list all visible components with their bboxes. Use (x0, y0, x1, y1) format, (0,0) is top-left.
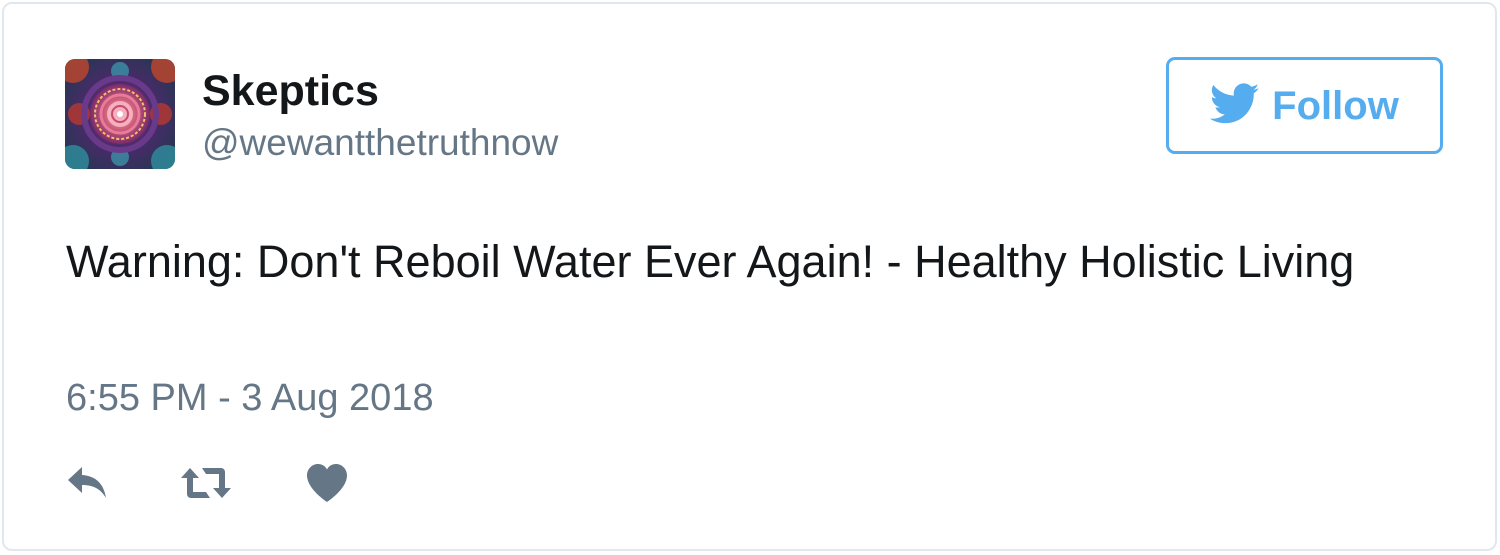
tweet-text: Warning: Don't Reboil Water Ever Again! … (66, 236, 1355, 287)
avatar[interactable] (65, 59, 175, 169)
follow-label: Follow (1272, 83, 1399, 128)
tweet-card: Skeptics @wewantthetruthnow Follow Warni… (2, 2, 1497, 551)
retweet-icon[interactable] (180, 460, 232, 506)
user-handle[interactable]: @wewantthetruthnow (202, 120, 558, 166)
display-name[interactable]: Skeptics (202, 66, 379, 116)
tweet-timestamp[interactable]: 6:55 PM - 3 Aug 2018 (66, 375, 434, 421)
follow-button[interactable]: Follow (1166, 57, 1443, 154)
reply-icon[interactable] (66, 460, 110, 506)
heart-icon[interactable] (306, 460, 348, 506)
mandala-avatar-image (65, 59, 175, 169)
twitter-bird-icon (1210, 82, 1260, 125)
